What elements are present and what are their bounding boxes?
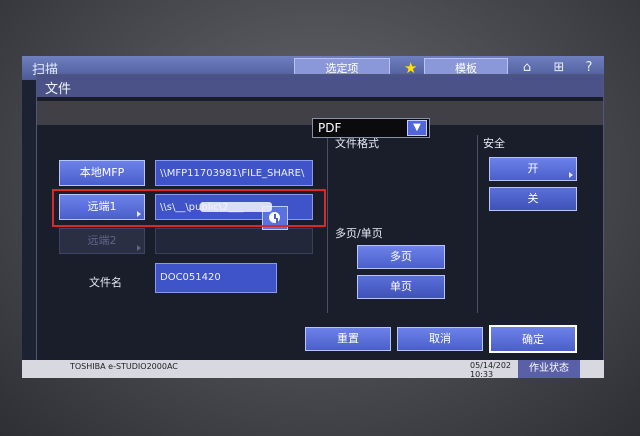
reset-button[interactable]: 重置	[305, 327, 391, 351]
ok-button[interactable]: 确定	[489, 325, 577, 353]
dialog-title-bar: 文件	[37, 75, 603, 97]
status-time: 10:33	[470, 370, 494, 378]
file-format-select[interactable]: PDF ▼	[312, 118, 430, 138]
remote2-path-field	[155, 228, 313, 254]
file-format-value: PDF	[318, 121, 342, 135]
single-page-button[interactable]: 单页	[357, 275, 445, 299]
dialog-title: 文件	[45, 82, 72, 97]
filename-label: 文件名	[89, 276, 122, 289]
filename-field[interactable]: DOC051420	[155, 263, 277, 293]
annotation-highlight-box	[52, 189, 326, 227]
chevron-down-icon: ▼	[407, 120, 427, 136]
remote2-button: 远端2	[59, 228, 145, 254]
status-date: 05/14/202	[470, 361, 512, 370]
security-on-button[interactable]: 开	[489, 157, 577, 181]
status-bar: TOSHIBA e-STUDIO2000AC 05/14/202 10:33 作…	[22, 360, 604, 378]
security-on-label: 开	[527, 162, 539, 175]
pages-heading: 多页/单页	[335, 227, 383, 240]
local-mfp-button[interactable]: 本地MFP	[59, 160, 145, 186]
expand-arrow-icon	[137, 245, 141, 251]
local-path-field[interactable]: \\MFP11703981\FILE_SHARE\	[155, 160, 313, 186]
cancel-button[interactable]: 取消	[397, 327, 483, 351]
job-status-button[interactable]: 作业状态	[518, 360, 580, 378]
remote2-label: 远端2	[87, 234, 117, 247]
column-divider	[327, 135, 328, 313]
device-model: TOSHIBA e-STUDIO2000AC	[70, 362, 178, 371]
security-off-button[interactable]: 关	[489, 187, 577, 211]
local-mfp-label: 本地MFP	[79, 166, 125, 179]
column-divider	[477, 135, 478, 313]
security-heading: 安全	[483, 137, 505, 150]
expand-arrow-icon	[569, 172, 573, 178]
multi-page-button[interactable]: 多页	[357, 245, 445, 269]
status-clock: 05/14/202 10:33	[470, 361, 511, 378]
